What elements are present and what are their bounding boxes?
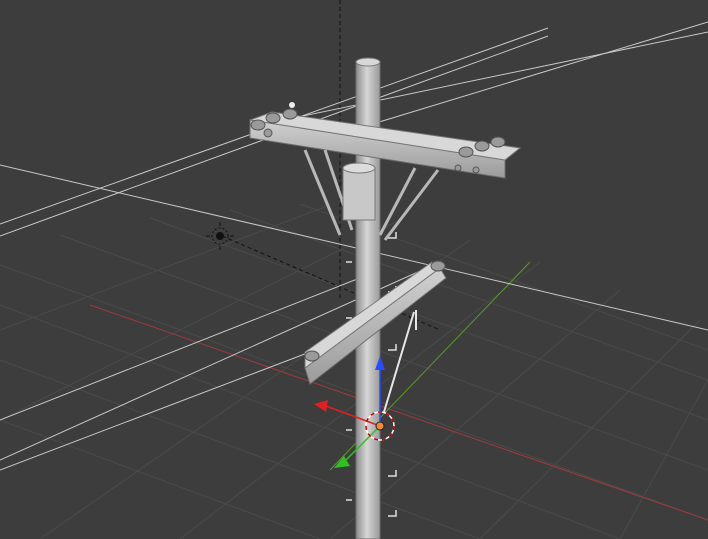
power-wires: [0, 21, 708, 471]
transformer: [342, 167, 376, 221]
sun-lamp-icon[interactable]: [206, 222, 234, 250]
viewport-canvas[interactable]: [0, 0, 708, 539]
upper-crossarm[interactable]: [249, 102, 522, 241]
floor-grid: [0, 203, 708, 539]
x-axis-handle[interactable]: [314, 400, 328, 412]
3d-viewport[interactable]: [0, 0, 708, 539]
